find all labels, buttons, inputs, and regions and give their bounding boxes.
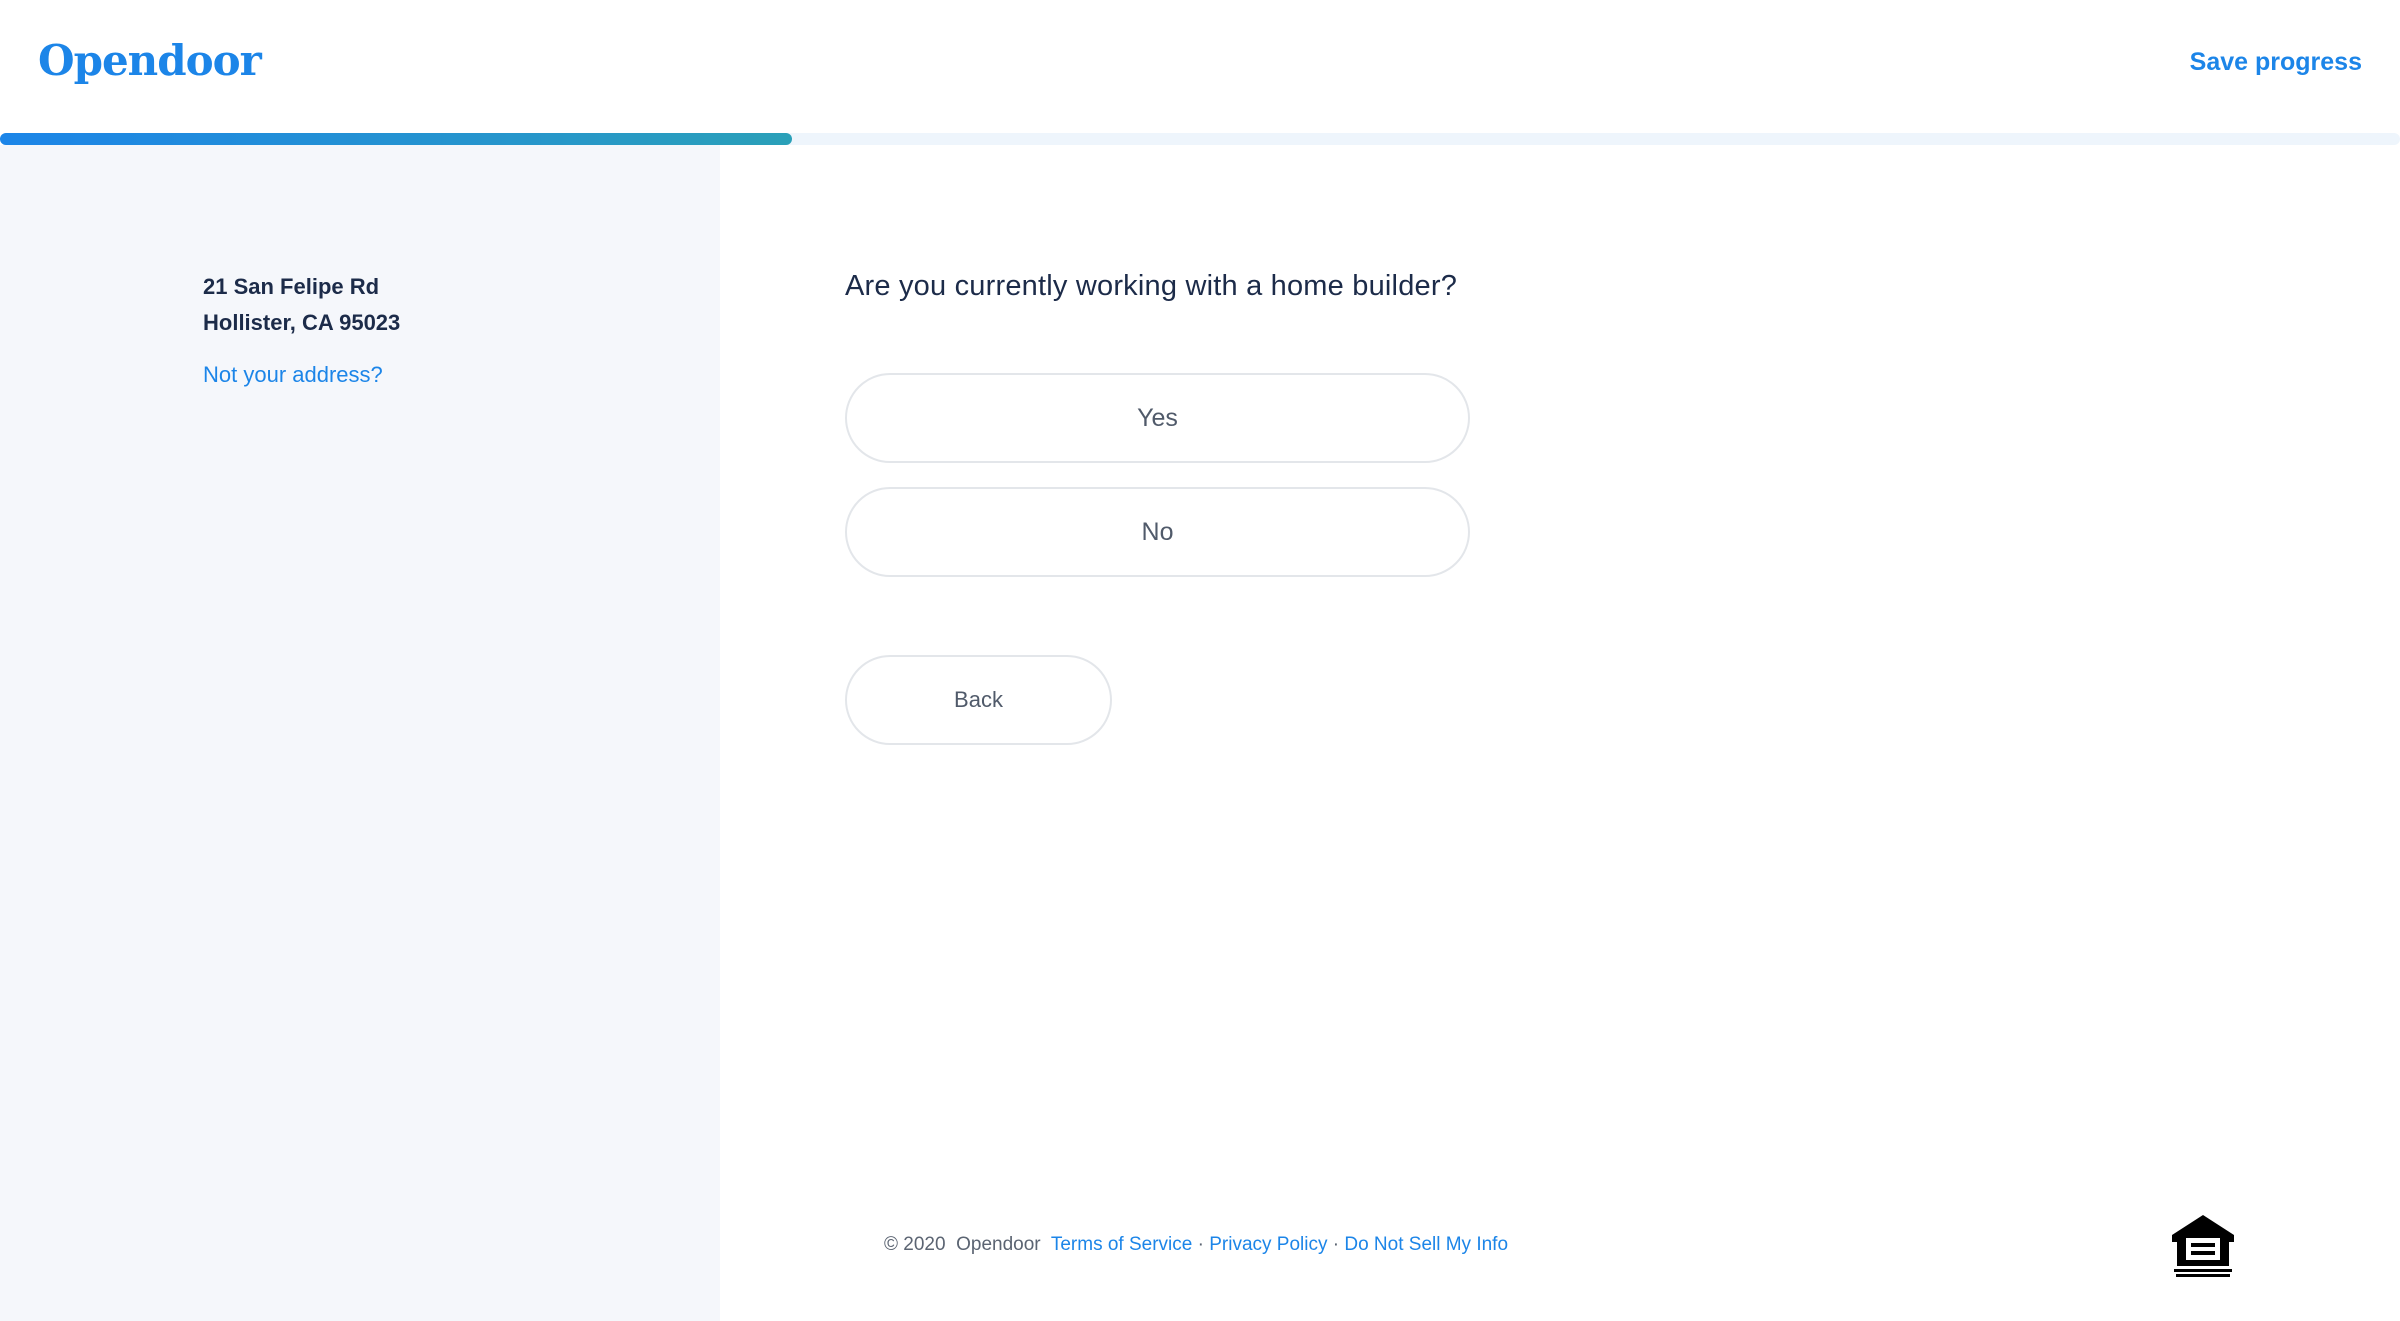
privacy-policy-link[interactable]: Privacy Policy [1209, 1234, 1327, 1255]
question-panel: Are you currently working with a home bu… [720, 145, 2400, 1321]
opendoor-logo[interactable]: Opendoor [38, 36, 262, 85]
terms-of-service-link[interactable]: Terms of Service [1051, 1234, 1192, 1255]
question-title: Are you currently working with a home bu… [845, 270, 1458, 302]
answer-yes-button[interactable]: Yes [845, 373, 1470, 463]
do-not-sell-link[interactable]: Do Not Sell My Info [1344, 1234, 1508, 1255]
address-sidebar: 21 San Felipe Rd Hollister, CA 95023 Not… [0, 145, 720, 1321]
save-progress-link[interactable]: Save progress [2190, 48, 2362, 77]
not-your-address-link[interactable]: Not your address? [203, 362, 383, 388]
footer-separator: · [1192, 1234, 1210, 1255]
progress-bar [0, 133, 2400, 145]
footer: © 2020 Opendoor Terms of Service · Priva… [884, 1234, 1508, 1256]
progress-bar-fill [0, 133, 792, 145]
equal-housing-opportunity-icon [2172, 1215, 2234, 1277]
footer-company: Opendoor [956, 1234, 1041, 1255]
address-city-state-zip: Hollister, CA 95023 [203, 310, 401, 335]
back-button[interactable]: Back [845, 655, 1112, 745]
top-header: Opendoor Save progress [0, 0, 2400, 133]
footer-separator: · [1327, 1234, 1345, 1255]
footer-copyright: © 2020 [884, 1234, 946, 1255]
address-street: 21 San Felipe Rd [203, 274, 380, 299]
answer-no-button[interactable]: No [845, 487, 1470, 577]
